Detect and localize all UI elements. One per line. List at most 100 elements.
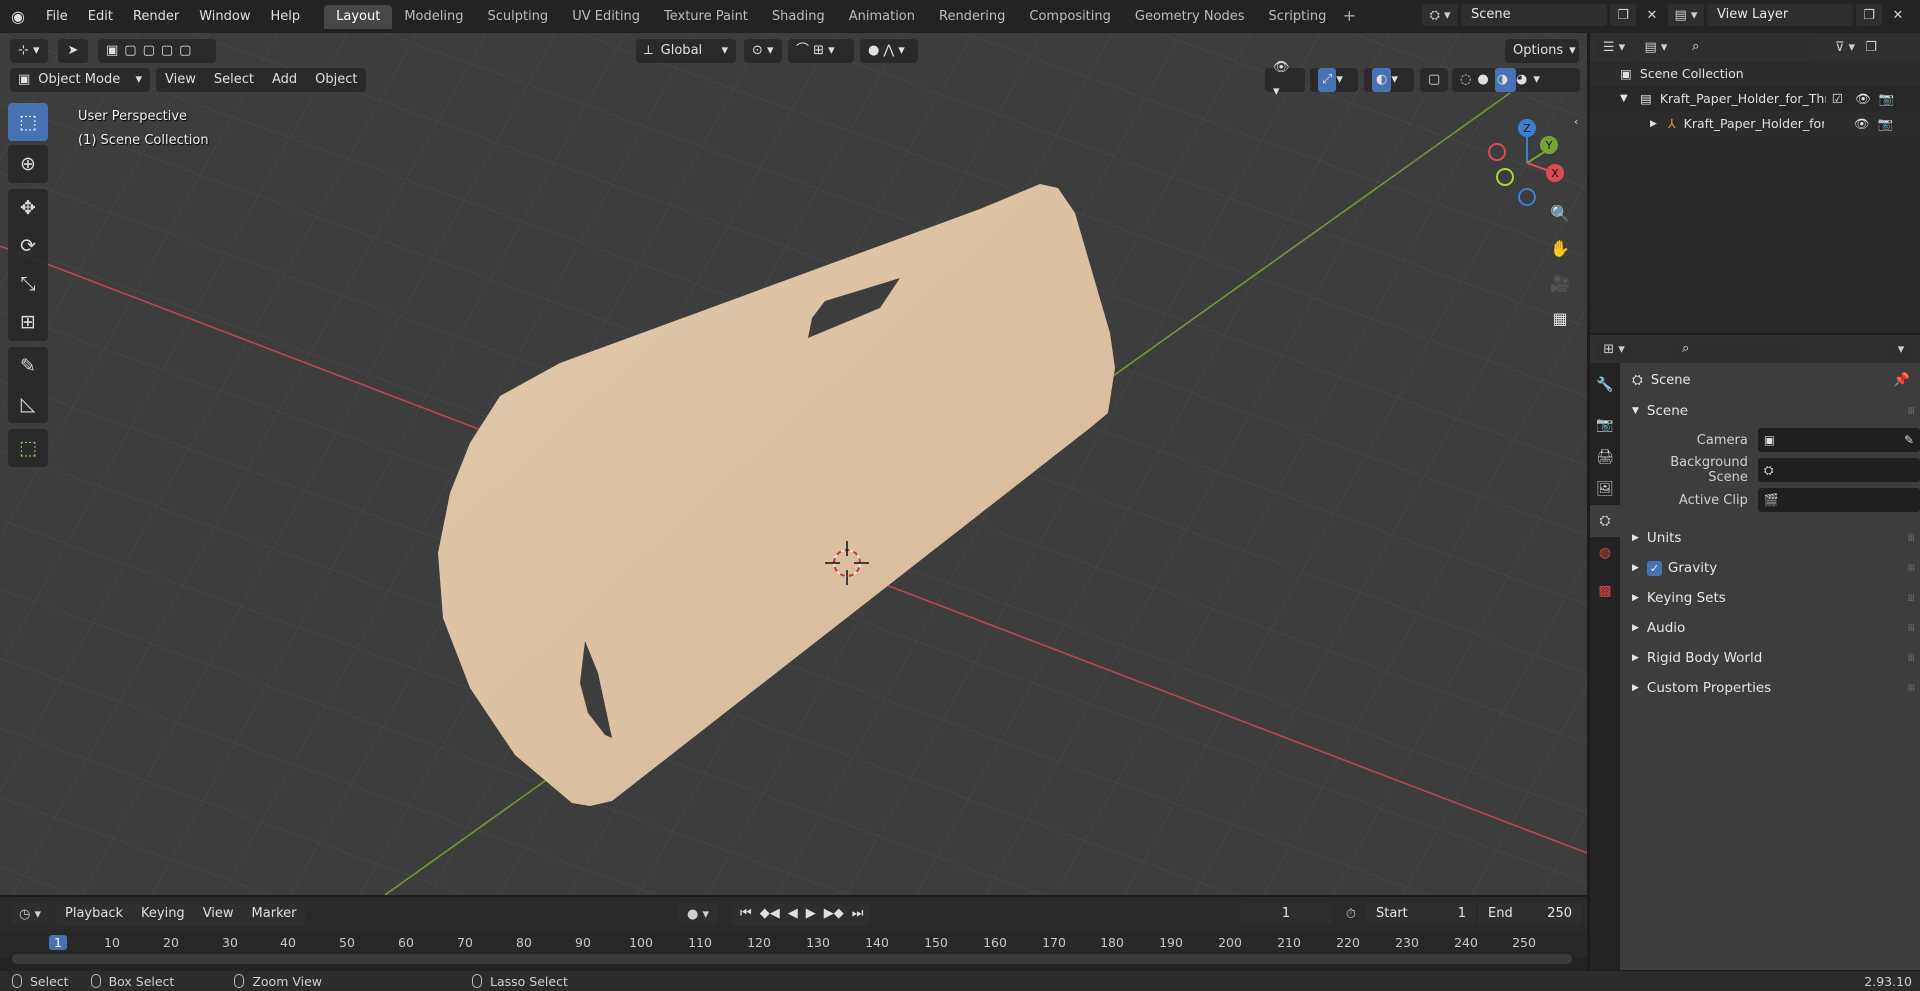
new-view-layer-icon[interactable]: ❐ [1856,4,1882,26]
scale-tool-icon[interactable]: ⤡ [8,265,48,303]
drag-handle-icon[interactable]: ⁞⁞⁞ [1907,683,1914,694]
proportional-editing-icons[interactable]: ● ⋀ ▾ [860,38,918,63]
keying-sets-panel-header[interactable]: ▶ Keying Sets ⁞⁞⁞ [1620,583,1920,613]
rotate-tool-icon[interactable]: ⟳ [8,227,48,265]
properties-search-input[interactable]: ⌕ [1672,338,1800,360]
tab-layout[interactable]: Layout [324,4,393,29]
start-frame-field[interactable]: Start 1 [1366,903,1476,925]
annotate-tool-icon[interactable]: ✎ [8,347,48,385]
background-scene-field[interactable]: ⛭ [1757,458,1920,482]
perspective-toggle-icon[interactable]: ▦ [1545,303,1575,333]
delete-scene-icon[interactable]: ✕ [1639,4,1665,26]
scene-name-field[interactable]: Scene [1461,4,1607,26]
menu-render[interactable]: Render [123,0,189,33]
gravity-checkbox[interactable]: ✓ [1646,560,1662,576]
timeline-editor-icon[interactable]: ◷ ▾ [12,903,48,925]
scene-tab-icon[interactable]: ⛭ [1590,505,1620,537]
tab-uv-editing[interactable]: UV Editing [560,5,652,29]
measure-tool-icon[interactable]: ◺ [8,385,48,423]
selection-mode-icons[interactable]: ▣▢▢▢▢ [98,38,216,63]
camera-field[interactable]: ▣ ✎ [1757,428,1920,452]
overlays-toggle-icon[interactable]: ◐ ▾ [1364,67,1414,92]
eye-icon[interactable]: 👁 [1855,91,1871,107]
pan-hand-icon[interactable]: ✋ [1545,233,1575,263]
menu-window[interactable]: Window [189,0,260,33]
options-dropdown[interactable]: Options ▾ [1505,38,1579,63]
tab-animation[interactable]: Animation [837,5,927,29]
view-layer-selector-icon[interactable]: ▤ ▾ [1668,4,1704,26]
snapping-icons[interactable]: ⌒ ⊞ ▾ [788,38,854,63]
jump-end-icon[interactable]: ⏭ [848,902,868,926]
add-cube-tool-icon[interactable]: ⬚ [8,429,48,467]
end-frame-field[interactable]: End 250 [1478,903,1582,925]
menu-help[interactable]: Help [261,0,311,33]
editor-type-icon[interactable]: ⊞ ▾ [1596,338,1632,360]
new-scene-icon[interactable]: ❐ [1610,4,1636,26]
units-panel-header[interactable]: ▶ Units ⁞⁞⁞ [1620,523,1920,553]
eyedropper-icon[interactable]: ✎ [1904,433,1914,447]
pin-icon[interactable]: 📌 [1893,372,1910,388]
tab-texture-paint[interactable]: Texture Paint [652,5,760,29]
transform-orientation-dropdown[interactable]: ⟂ Global ▾ [636,38,736,63]
pivot-point-icon[interactable]: ⊙ ▾ [744,38,782,63]
timeline-scrollbar[interactable] [12,954,1572,964]
record-icon[interactable]: ● ▾ [678,903,718,925]
play-reverse-icon[interactable]: ◀ [784,902,802,926]
chevron-down-icon[interactable]: ▾ [1888,338,1914,360]
menu-select[interactable]: Select [205,68,263,92]
tab-shading[interactable]: Shading [760,5,837,29]
zoom-icon[interactable]: 🔍 [1545,198,1575,228]
drag-handle-icon[interactable]: ⁞⁞⁞ [1907,533,1914,544]
menu-playback[interactable]: Playback [56,902,132,926]
camera-render-icon[interactable]: 📷 [1879,91,1895,107]
cursor-tool-icon[interactable]: ⊕ [8,145,48,183]
tab-rendering[interactable]: Rendering [927,5,1017,29]
drag-handle-icon[interactable]: ⁞⁞⁞ [1907,406,1914,417]
visibility-icon[interactable]: 👁 ▾ [1265,60,1305,99]
outliner-object-row[interactable]: ▶ ⅄ Kraft_Paper_Holder_for_T 👁 📷 [1590,111,1920,136]
custom-properties-panel-header[interactable]: ▶ Custom Properties ⁞⁞⁞ [1620,673,1920,703]
timer-icon[interactable]: ⏱ [1338,903,1364,925]
outliner-scene-collection[interactable]: ▣ Scene Collection [1590,61,1920,86]
next-keyframe-icon[interactable]: ▶◆ [820,902,848,926]
camera-render-icon[interactable]: 📷 [1878,116,1894,132]
delete-view-layer-icon[interactable]: ✕ [1885,4,1911,26]
move-tool-icon[interactable]: ✥ [8,189,48,227]
tool-settings-icon[interactable]: ⊹ ▾ [10,38,48,63]
expand-arrow-icon[interactable]: ▼ [1620,93,1640,104]
new-collection-icon[interactable]: ❐ [1858,36,1884,58]
menu-view[interactable]: View [156,68,205,92]
prev-keyframe-icon[interactable]: ◆◀ [756,902,784,926]
tab-geometry-nodes[interactable]: Geometry Nodes [1123,5,1257,29]
menu-file[interactable]: File [36,0,78,33]
exclude-checkbox-icon[interactable]: ☑ [1832,91,1843,106]
eye-icon[interactable]: 👁 [1854,116,1870,132]
add-workspace-icon[interactable]: + [1338,6,1360,28]
shading-mode-icons[interactable]: ◌● ◑ ◕▾ [1452,67,1580,92]
3d-viewport[interactable]: Z Y X ⊹ ▾ ➤ ▣▢▢▢▢ ⟂ Global ▾ ⊙ ▾ ⌒ ⊞ ▾ ●… [0,33,1587,895]
filter-icon[interactable]: ⊽ ▾ [1832,36,1858,58]
drag-handle-icon[interactable]: ⁞⁞⁞ [1907,623,1914,634]
active-tool-icon[interactable]: ➤ [58,38,88,63]
rigid-body-world-panel-header[interactable]: ▶ Rigid Body World ⁞⁞⁞ [1620,643,1920,673]
outliner-search-input[interactable]: ⌕ [1682,36,1810,58]
outliner-collection-row[interactable]: ▼ ▤ Kraft_Paper_Holder_for_Three ☑ 👁 📷 [1590,86,1920,111]
menu-marker[interactable]: Marker [243,902,306,926]
view-layer-field[interactable]: View Layer [1707,4,1853,26]
menu-edit[interactable]: Edit [78,0,123,33]
current-frame-field[interactable]: 1 [1240,903,1332,925]
world-tab-icon[interactable]: ◍ [1590,537,1620,569]
object-mode-dropdown[interactable]: ▣ Object Mode ▾ [10,67,150,92]
active-clip-field[interactable]: 🎬 [1757,488,1920,512]
scene-selector-icon[interactable]: ⛭ ▾ [1422,4,1458,26]
texture-tab-icon[interactable]: ▩ [1590,575,1620,607]
drag-handle-icon[interactable]: ⁞⁞⁞ [1907,593,1914,604]
editor-type-icon[interactable]: ☰ ▾ [1596,36,1632,58]
menu-keying[interactable]: Keying [132,902,194,926]
menu-add[interactable]: Add [263,68,306,92]
tab-sculpting[interactable]: Sculpting [475,5,560,29]
camera-view-icon[interactable]: 🎥 [1545,268,1575,298]
transform-tool-icon[interactable]: ⊞ [8,303,48,341]
drag-handle-icon[interactable]: ⁞⁞⁞ [1907,653,1914,664]
play-icon[interactable]: ▶ [802,902,820,926]
